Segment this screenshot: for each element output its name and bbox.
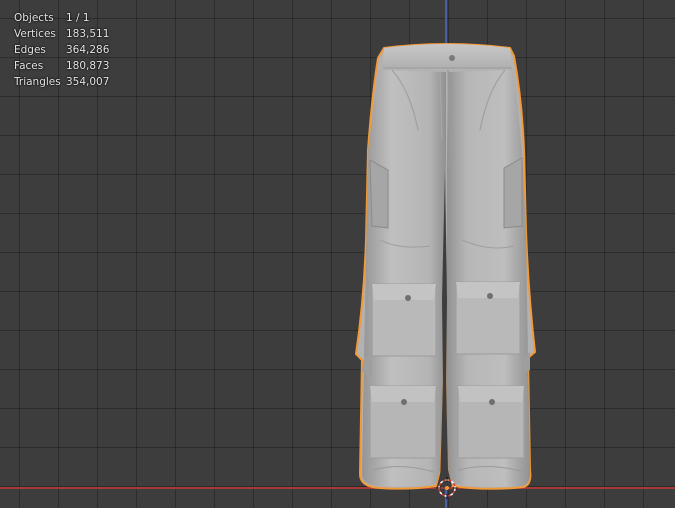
waist-button — [449, 55, 455, 61]
right-side-cargo-pocket — [503, 157, 523, 229]
left-side-cargo-pocket — [369, 159, 389, 229]
waistband — [382, 44, 512, 68]
cargo-pants-mesh[interactable] — [0, 0, 675, 508]
3d-viewport[interactable]: Objects 1 / 1 Vertices 183,511 Edges 364… — [0, 0, 675, 508]
object-origin — [445, 486, 449, 490]
